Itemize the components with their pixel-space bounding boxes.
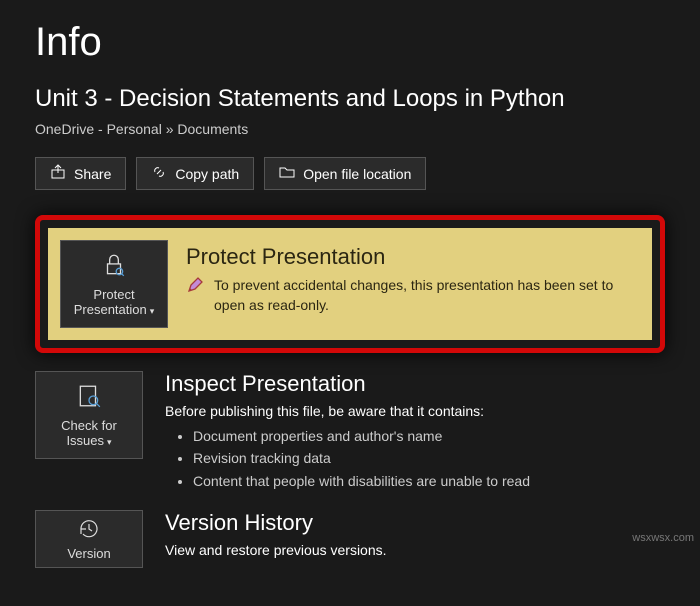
- share-button[interactable]: Share: [35, 157, 126, 190]
- document-title: Unit 3 - Decision Statements and Loops i…: [35, 85, 665, 113]
- inspect-intro: Before publishing this file, be aware th…: [165, 403, 665, 419]
- check-for-issues-tile[interactable]: Check for Issues▾: [35, 371, 143, 459]
- history-section: Version Version History View and restore…: [35, 510, 665, 568]
- inspect-heading: Inspect Presentation: [165, 371, 665, 397]
- protect-section: Protect Presentation▾ Protect Presentati…: [48, 228, 652, 340]
- history-tile-line1: Version: [67, 546, 110, 561]
- open-file-location-button[interactable]: Open file location: [264, 157, 426, 190]
- inspect-section: Check for Issues▾ Inspect Presentation B…: [35, 371, 665, 492]
- open-file-location-label: Open file location: [303, 166, 411, 182]
- chevron-down-icon: ▾: [150, 306, 155, 316]
- copy-path-button[interactable]: Copy path: [136, 157, 254, 190]
- protect-tile-line2: Presentation▾: [74, 302, 155, 317]
- list-item: Content that people with disabilities ar…: [193, 470, 665, 492]
- action-buttons-row: Share Copy path Open file location: [35, 157, 665, 190]
- breadcrumb: OneDrive - Personal » Documents: [35, 121, 665, 137]
- page-title: Info: [35, 20, 665, 65]
- history-icon: [77, 517, 101, 544]
- protect-presentation-tile[interactable]: Protect Presentation▾: [60, 240, 168, 328]
- history-text: View and restore previous versions.: [165, 542, 665, 558]
- copy-path-label: Copy path: [175, 166, 239, 182]
- link-icon: [151, 164, 167, 183]
- chevron-down-icon: ▾: [107, 437, 112, 447]
- protect-text: To prevent accidental changes, this pres…: [214, 276, 640, 315]
- lock-icon: [101, 252, 127, 281]
- inspect-tile-line1: Check for: [61, 418, 117, 433]
- list-item: Document properties and author's name: [193, 425, 665, 447]
- share-label: Share: [74, 166, 111, 182]
- watermark: wsxwsx.com: [632, 532, 694, 544]
- pencil-icon: [186, 276, 204, 299]
- share-icon: [50, 164, 66, 183]
- inspect-tile-line2: Issues▾: [66, 433, 111, 448]
- protect-highlight-box: Protect Presentation▾ Protect Presentati…: [35, 215, 665, 353]
- protect-tile-line1: Protect: [93, 287, 134, 302]
- inspect-icon: [76, 383, 102, 412]
- history-heading: Version History: [165, 510, 665, 536]
- version-history-tile[interactable]: Version: [35, 510, 143, 568]
- inspect-list: Document properties and author's name Re…: [165, 425, 665, 492]
- folder-icon: [279, 164, 295, 183]
- protect-heading: Protect Presentation: [186, 244, 640, 270]
- list-item: Revision tracking data: [193, 447, 665, 469]
